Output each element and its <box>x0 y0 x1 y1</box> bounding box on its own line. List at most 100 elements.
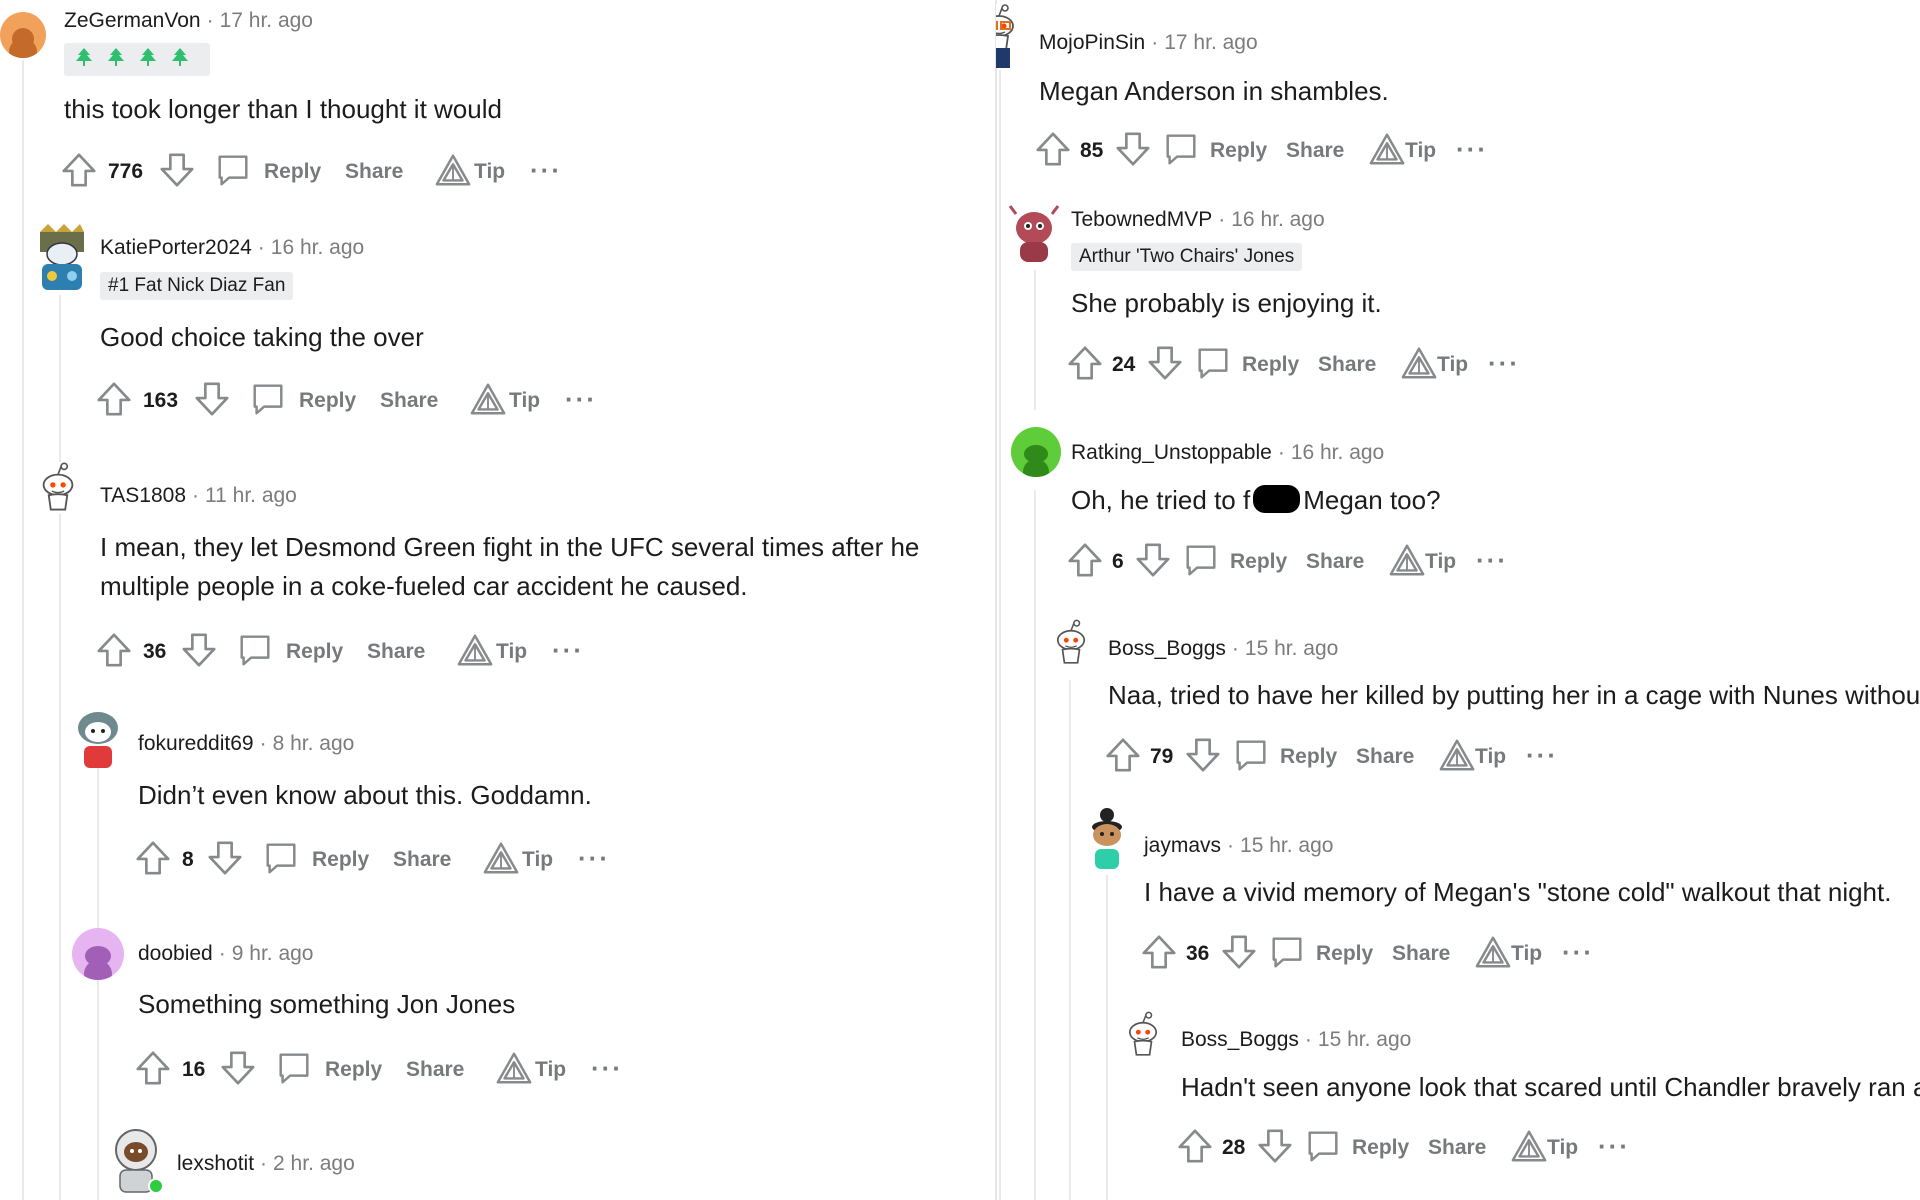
tip-icon[interactable] <box>1400 343 1438 383</box>
upvote-icon[interactable] <box>1034 129 1072 169</box>
reply-button[interactable]: Reply <box>299 379 356 423</box>
upvote-icon[interactable] <box>1066 343 1104 383</box>
user-avatar[interactable] <box>1082 807 1132 873</box>
author-name[interactable]: Boss_Boggs <box>1108 637 1226 660</box>
tip-button[interactable]: Tip <box>1547 1126 1578 1170</box>
more-options-button[interactable]: ··· <box>565 379 597 419</box>
reply-button[interactable]: Reply <box>1230 540 1287 584</box>
reply-button[interactable]: Reply <box>264 150 321 194</box>
tip-button[interactable]: Tip <box>509 379 540 423</box>
user-avatar[interactable] <box>32 452 84 524</box>
downvote-icon[interactable] <box>1134 540 1172 580</box>
share-button[interactable]: Share <box>1318 343 1376 387</box>
upvote-icon[interactable] <box>1140 932 1178 972</box>
tip-button[interactable]: Tip <box>522 838 553 882</box>
reply-icon[interactable] <box>236 630 274 670</box>
downvote-icon[interactable] <box>1256 1126 1294 1166</box>
downvote-icon[interactable] <box>1114 129 1152 169</box>
share-button[interactable]: Share <box>367 630 425 674</box>
downvote-icon[interactable] <box>1146 343 1184 383</box>
timestamp[interactable]: 11 hr. ago <box>205 484 297 507</box>
tip-button[interactable]: Tip <box>1511 932 1542 976</box>
reply-icon[interactable] <box>1194 343 1232 383</box>
share-button[interactable]: Share <box>406 1048 464 1092</box>
more-options-button[interactable]: ··· <box>1598 1126 1630 1166</box>
user-avatar[interactable] <box>110 1124 168 1194</box>
upvote-icon[interactable] <box>1176 1126 1214 1166</box>
more-options-button[interactable]: ··· <box>1562 932 1594 972</box>
reply-icon[interactable] <box>1304 1126 1342 1166</box>
reply-button[interactable]: Reply <box>312 838 369 882</box>
timestamp[interactable]: 17 hr. ago <box>1164 31 1257 54</box>
reply-icon[interactable] <box>1232 735 1270 775</box>
author-name[interactable]: doobied <box>138 942 213 965</box>
reply-button[interactable]: Reply <box>325 1048 382 1092</box>
downvote-icon[interactable] <box>193 379 231 419</box>
reply-icon[interactable] <box>1268 932 1306 972</box>
upvote-icon[interactable] <box>134 1048 172 1088</box>
reply-icon[interactable] <box>262 838 300 878</box>
reply-icon[interactable] <box>249 379 287 419</box>
downvote-icon[interactable] <box>158 150 196 190</box>
tip-icon[interactable] <box>456 630 494 670</box>
timestamp[interactable]: 15 hr. ago <box>1245 637 1338 660</box>
reply-icon[interactable] <box>1182 540 1220 580</box>
tip-button[interactable]: Tip <box>1475 735 1506 779</box>
tip-button[interactable]: Tip <box>474 150 505 194</box>
reply-button[interactable]: Reply <box>1210 129 1267 173</box>
reply-button[interactable]: Reply <box>1352 1126 1409 1170</box>
share-button[interactable]: Share <box>345 150 403 194</box>
upvote-icon[interactable] <box>134 838 172 878</box>
share-button[interactable]: Share <box>1306 540 1364 584</box>
more-options-button[interactable]: ··· <box>552 630 584 670</box>
more-options-button[interactable]: ··· <box>578 838 610 878</box>
user-avatar[interactable] <box>1118 1002 1168 1068</box>
upvote-icon[interactable] <box>95 379 133 419</box>
tip-icon[interactable] <box>1474 932 1512 972</box>
author-name[interactable]: Boss_Boggs <box>1181 1028 1299 1051</box>
author-name[interactable]: ZeGermanVon <box>64 9 201 32</box>
timestamp[interactable]: 15 hr. ago <box>1240 834 1333 857</box>
tip-icon[interactable] <box>495 1048 533 1088</box>
timestamp[interactable]: 15 hr. ago <box>1318 1028 1411 1051</box>
tip-button[interactable]: Tip <box>535 1048 566 1092</box>
reply-icon[interactable] <box>214 150 252 190</box>
user-avatar[interactable] <box>1011 427 1061 477</box>
timestamp[interactable]: 16 hr. ago <box>271 236 364 259</box>
tip-icon[interactable] <box>1368 129 1406 169</box>
upvote-icon[interactable] <box>60 150 98 190</box>
more-options-button[interactable]: ··· <box>1526 735 1558 775</box>
reply-icon[interactable] <box>1162 129 1200 169</box>
author-name[interactable]: TAS1808 <box>100 484 186 507</box>
tip-button[interactable]: Tip <box>1405 129 1436 173</box>
author-name[interactable]: KatiePorter2024 <box>100 236 252 259</box>
downvote-icon[interactable] <box>1220 932 1258 972</box>
user-avatar[interactable] <box>1046 610 1096 676</box>
downvote-icon[interactable] <box>1184 735 1222 775</box>
user-avatar[interactable] <box>72 704 124 772</box>
downvote-icon[interactable] <box>219 1048 257 1088</box>
author-name[interactable]: fokureddit69 <box>138 732 254 755</box>
timestamp[interactable]: 9 hr. ago <box>232 942 314 965</box>
tip-icon[interactable] <box>469 379 507 419</box>
more-options-button[interactable]: ··· <box>1476 540 1508 580</box>
tip-button[interactable]: Tip <box>496 630 527 674</box>
reply-button[interactable]: Reply <box>286 630 343 674</box>
share-button[interactable]: Share <box>1286 129 1344 173</box>
tip-icon[interactable] <box>1510 1126 1548 1166</box>
author-name[interactable]: TebownedMVP <box>1071 208 1212 231</box>
timestamp[interactable]: 16 hr. ago <box>1291 441 1384 464</box>
upvote-icon[interactable] <box>95 630 133 670</box>
tip-icon[interactable] <box>1438 735 1476 775</box>
more-options-button[interactable]: ··· <box>591 1048 623 1088</box>
more-options-button[interactable]: ··· <box>1456 129 1488 169</box>
reply-button[interactable]: Reply <box>1242 343 1299 387</box>
upvote-icon[interactable] <box>1066 540 1104 580</box>
downvote-icon[interactable] <box>180 630 218 670</box>
timestamp[interactable]: 8 hr. ago <box>273 732 355 755</box>
downvote-icon[interactable] <box>206 838 244 878</box>
author-name[interactable]: Ratking_Unstoppable <box>1071 441 1272 464</box>
user-avatar[interactable] <box>0 12 46 58</box>
more-options-button[interactable]: ··· <box>1488 343 1520 383</box>
tip-button[interactable]: Tip <box>1437 343 1468 387</box>
